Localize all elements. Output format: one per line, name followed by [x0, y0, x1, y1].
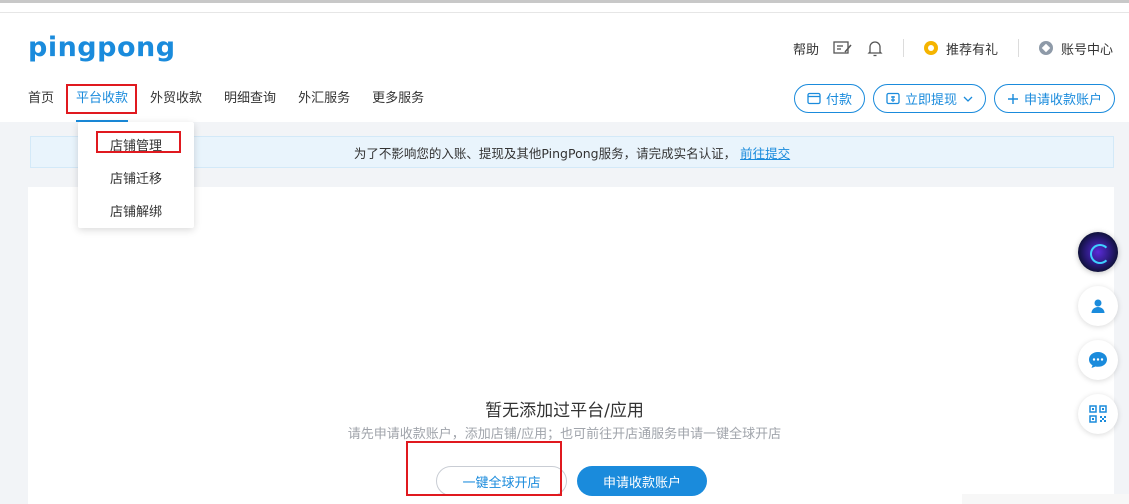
edit-icon[interactable]: [833, 40, 853, 56]
nav-home[interactable]: 首页: [28, 88, 54, 110]
ime-toolbar-strip: [962, 494, 1129, 504]
nav-fx-service[interactable]: 外汇服务: [298, 88, 350, 110]
dropdown-item-store-migrate[interactable]: 店铺迁移: [110, 168, 162, 187]
empty-state-subtitle: 请先申请收款账户，添加店铺/应用；也可前往开店通服务申请一键全球开店: [347, 427, 782, 442]
notice-submit-link[interactable]: 前往提交: [740, 143, 790, 162]
withdraw-icon: [886, 92, 900, 105]
highlight-box-dropdown: [96, 131, 181, 153]
account-label: 账号中心: [1060, 42, 1113, 58]
help-link[interactable]: 帮助: [793, 39, 819, 58]
withdraw-label: 立即提现: [904, 93, 957, 108]
chevron-down-icon: [963, 96, 973, 102]
chat-icon: [1089, 352, 1107, 368]
nav-trade-collection[interactable]: 外贸收款: [150, 88, 202, 110]
plus-icon: [1007, 93, 1018, 104]
apply-account-button[interactable]: 申请收款账户: [993, 84, 1115, 113]
float-qrcode-button[interactable]: [1078, 394, 1118, 434]
assistant-avatar-icon[interactable]: [1078, 232, 1118, 272]
account-center-link[interactable]: 账号中心: [1038, 39, 1113, 58]
qrcode-icon: [1089, 405, 1107, 423]
main-content-card: [28, 187, 1114, 504]
top-right-toolbar: 帮助 推荐有礼 账号中心: [779, 38, 1113, 58]
pay-label: 付款: [825, 93, 852, 108]
apply-account-primary-button[interactable]: 申请收款账户: [577, 466, 707, 496]
toolbar-separator: [902, 39, 904, 57]
float-user-button[interactable]: [1078, 286, 1118, 326]
empty-state-title: 暂无添加过平台/应用: [485, 401, 644, 421]
gift-icon: [923, 41, 938, 55]
action-buttons: 付款 立即提现 申请收款账户: [786, 84, 1115, 113]
apply-account-label: 申请收款账户: [1023, 93, 1102, 108]
dropdown-item-store-unbind[interactable]: 店铺解绑: [110, 201, 162, 220]
bell-icon[interactable]: [867, 40, 883, 57]
notice-text: 为了不影响您的入账、提现及其他PingPong服务，请完成实名认证，: [353, 145, 737, 161]
nav-more-service[interactable]: 更多服务: [372, 88, 424, 110]
highlight-box-nav: [66, 84, 137, 114]
pingpong-logo[interactable]: pingpong: [28, 32, 176, 63]
wallet-icon: [807, 92, 821, 105]
header-divider: [0, 12, 1129, 13]
account-icon: [1038, 41, 1053, 55]
withdraw-button[interactable]: 立即提现: [872, 84, 986, 113]
float-chat-button[interactable]: [1078, 340, 1118, 380]
pay-button[interactable]: 付款: [793, 84, 865, 113]
highlight-box-global-store: [406, 441, 562, 496]
nav-details[interactable]: 明细查询: [224, 88, 276, 110]
user-icon: [1091, 299, 1105, 313]
refer-link[interactable]: 推荐有礼: [923, 39, 998, 58]
refer-label: 推荐有礼: [945, 42, 998, 58]
toolbar-separator: [1017, 39, 1019, 57]
